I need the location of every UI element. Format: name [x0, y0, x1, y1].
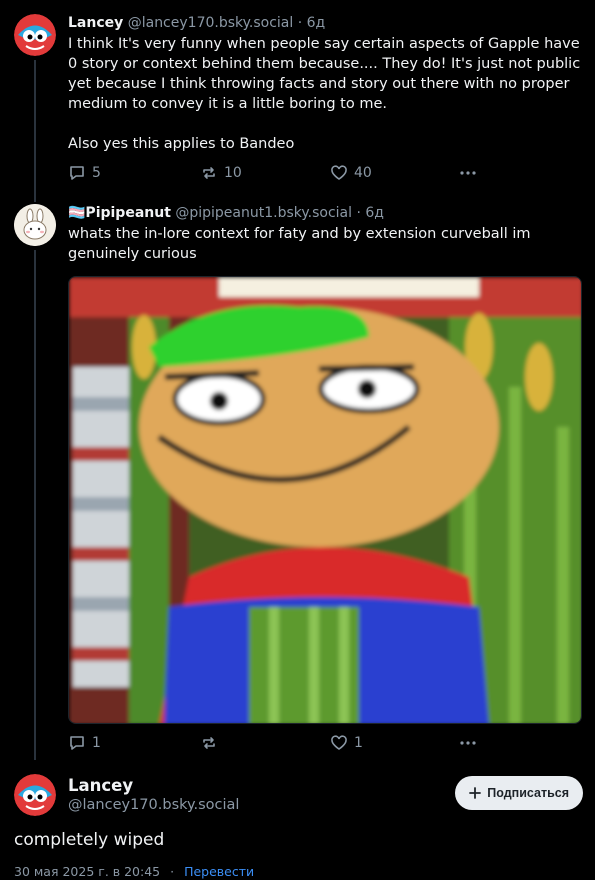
repost-button[interactable]: 10: [200, 164, 242, 182]
reply-count: 5: [92, 165, 101, 181]
like-button[interactable]: 1: [330, 734, 363, 752]
post-text: whats the in-lore context for faty and b…: [68, 226, 531, 262]
post-time[interactable]: 6д: [307, 15, 326, 31]
more-icon: [460, 171, 476, 175]
more-icon: [460, 741, 476, 745]
repost-icon: [203, 737, 215, 749]
more-button[interactable]: [458, 164, 478, 182]
author-handle[interactable]: @lancey170.bsky.social: [128, 15, 294, 31]
like-count: 1: [354, 735, 363, 751]
reply-button[interactable]: 1: [68, 734, 101, 752]
plus-icon: [469, 787, 482, 799]
repost-button[interactable]: [200, 734, 224, 752]
reply-post[interactable]: 🏳️‍⚧️Pipipeanut @pipipeanut1.bsky.social…: [0, 200, 595, 770]
translate-link[interactable]: Перевести: [184, 864, 254, 879]
author-handle[interactable]: @pipipeanut1.bsky.social: [175, 205, 352, 221]
post-time[interactable]: 6д: [365, 205, 384, 221]
reply-post[interactable]: Lancey @lancey170.bsky.social · 6д I thi…: [0, 0, 595, 200]
reply-icon: [70, 736, 84, 750]
avatar[interactable]: [14, 14, 56, 56]
separator: ·: [297, 15, 303, 31]
post-date: 30 мая 2025 г. в 20:45: [14, 864, 161, 879]
post-actions: 1 1: [68, 734, 488, 756]
post-text: I think It's very funny when people say …: [68, 34, 581, 154]
separator: ·: [356, 205, 361, 221]
post-footer: 30 мая 2025 г. в 20:45 · Перевести: [14, 864, 254, 879]
separator: ·: [170, 864, 175, 879]
post-header: 🏳️‍⚧️Pipipeanut @pipipeanut1.bsky.social…: [68, 204, 581, 222]
reply-icon: [70, 166, 84, 180]
like-button[interactable]: 40: [330, 164, 372, 182]
reply-count: 1: [92, 735, 101, 751]
author-name[interactable]: 🏳️‍⚧️Pipipeanut: [68, 205, 171, 221]
author-name[interactable]: Lancey: [68, 15, 123, 31]
like-icon: [331, 735, 347, 750]
post-text: completely wiped: [14, 830, 165, 850]
post-image[interactable]: [68, 276, 582, 724]
reply-button[interactable]: 5: [68, 164, 101, 182]
like-icon: [331, 165, 347, 180]
avatar[interactable]: [14, 204, 56, 246]
post-paragraph: I think It's very funny when people say …: [68, 36, 581, 112]
follow-button[interactable]: Подписаться: [455, 776, 583, 810]
repost-icon: [203, 167, 215, 179]
post-actions: 5 10 40: [68, 164, 488, 186]
avatar[interactable]: [14, 774, 56, 816]
post-paragraph: Also yes this applies to Bandeo: [68, 136, 295, 152]
like-count: 40: [354, 165, 372, 181]
repost-count: 10: [224, 165, 242, 181]
more-button[interactable]: [458, 734, 478, 752]
follow-label: Подписаться: [487, 786, 569, 800]
post-header: Lancey @lancey170.bsky.social · 6д: [68, 14, 581, 32]
